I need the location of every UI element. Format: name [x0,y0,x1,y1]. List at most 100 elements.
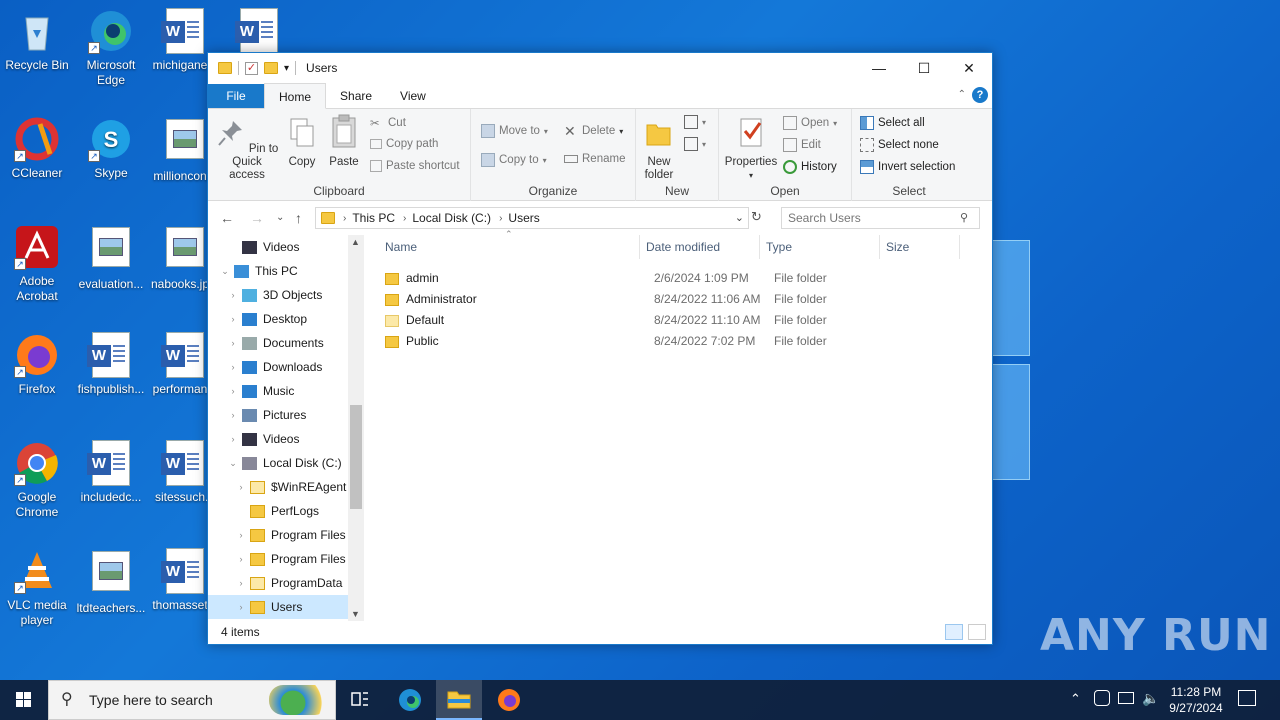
firefox-taskbar-button[interactable] [486,680,532,720]
nav-item[interactable]: › Program Files [208,523,348,547]
maximize-button[interactable]: ☐ [901,53,947,83]
cut-button[interactable]: ✂ Cut [370,116,406,130]
nav-item[interactable]: › Documents [208,331,348,355]
collapse-ribbon-icon[interactable]: ⌃ [958,89,966,100]
file-row[interactable]: Administrator 8/24/2022 11:06 AM File fold… [379,289,979,310]
crumb-this-pc[interactable]: This PC [352,211,395,225]
copy-to-button[interactable]: Copy to ▾ [481,153,547,167]
meet-now-icon[interactable] [1094,690,1110,706]
address-dropdown-icon[interactable]: ⌄ [735,211,744,224]
new-folder-button[interactable]: New folder [642,117,676,182]
open-button[interactable]: Open ▾ [783,116,837,130]
taskbar-search-input[interactable]: ⚲ Type here to search [48,680,336,720]
rename-button[interactable]: Rename [564,153,625,165]
network-icon[interactable] [1118,692,1134,704]
expand-chevron-icon[interactable]: ⌄ [220,266,230,277]
expand-chevron-icon[interactable]: ⌄ [228,458,238,469]
expand-chevron-icon[interactable]: › [236,482,246,492]
desktop-icon[interactable]: ↗ CCleaner [0,116,74,181]
nav-item[interactable]: › ProgramData [208,571,348,595]
recent-locations-icon[interactable]: ⌄ [276,212,284,223]
details-view-button[interactable] [945,624,963,640]
desktop-icon[interactable]: Wfishpublish... [74,332,148,397]
forward-arrow-icon[interactable]: → [250,210,264,226]
volume-icon[interactable]: 🔈 [1142,690,1159,707]
column-size[interactable]: Size [886,235,909,259]
nav-item[interactable]: › Pictures [208,403,348,427]
expand-chevron-icon[interactable]: › [236,578,246,588]
column-name[interactable]: Name [385,235,417,259]
pin-quick-access-button[interactable]: Pin to Quick access [214,117,280,182]
expand-chevron-icon[interactable]: › [228,338,238,348]
tab-view[interactable]: View [386,84,440,108]
expand-chevron-icon[interactable]: › [228,410,238,420]
title-bar[interactable]: ✓ ▾ Users — ☐ ✕ [208,53,992,83]
new-item-button[interactable]: ▾ [684,115,706,129]
nav-item[interactable]: ⌄ This PC [208,259,348,283]
nav-item[interactable]: ⌄ Local Disk (C:) [208,451,348,475]
nav-item[interactable]: › Music [208,379,348,403]
nav-item[interactable]: › Downloads [208,355,348,379]
expand-chevron-icon[interactable]: › [228,290,238,300]
copy-button[interactable]: Copy [286,117,318,169]
new-folder-icon[interactable] [264,62,278,74]
nav-item[interactable]: Videos [208,235,348,259]
help-icon[interactable]: ? [972,87,988,103]
refresh-icon[interactable]: ↻ [751,209,762,225]
nav-scrollbar[interactable]: ▲ ▼ [348,235,364,621]
edit-button[interactable]: Edit [783,138,821,152]
scroll-up-icon[interactable]: ▲ [351,237,360,247]
desktop-icon[interactable]: W [222,8,296,58]
edge-taskbar-button[interactable] [387,680,433,720]
scrollbar-thumb[interactable] [350,405,362,509]
expand-chevron-icon[interactable]: › [228,362,238,372]
expand-chevron-icon[interactable]: › [236,554,246,564]
back-arrow-icon[interactable]: ← [220,210,234,226]
expand-chevron-icon[interactable]: › [236,530,246,540]
desktop-icon[interactable]: ↗ Adobe Acrobat [0,224,74,304]
nav-item[interactable]: › 3D Objects [208,283,348,307]
paste-button[interactable]: Paste [328,113,360,169]
desktop-icon[interactable]: Recycle Bin [0,8,74,73]
desktop-icon[interactable]: Wincludedc... [74,440,148,505]
tab-home[interactable]: Home [264,83,327,109]
history-button[interactable]: History [783,160,837,174]
search-input[interactable]: Search Users [781,207,980,229]
paste-shortcut-button[interactable]: Paste shortcut [370,160,460,172]
desktop-icon[interactable]: ↗ Google Chrome [0,440,74,520]
navigation-pane[interactable]: Videos ⌄ This PC › 3D Objects › Desktop › Docume… [208,235,364,621]
desktop-icon[interactable]: S ↗ Skype [74,116,148,181]
expand-chevron-icon[interactable]: › [228,434,238,444]
up-arrow-icon[interactable]: ↑ [295,210,302,226]
file-row[interactable]: Default 8/24/2022 11:10 AM File folder [379,310,979,331]
column-type[interactable]: Type [766,235,792,259]
expand-chevron-icon[interactable]: › [228,386,238,396]
invert-selection-button[interactable]: Invert selection [860,160,955,174]
start-button[interactable] [0,680,48,720]
column-date-modified[interactable]: Date modified [646,235,720,259]
nav-item[interactable]: › Desktop [208,307,348,331]
file-row[interactable]: admin 2/6/2024 1:09 PM File folder [379,268,979,289]
move-to-button[interactable]: Move to ▾ [481,124,548,138]
tab-share[interactable]: Share [326,84,386,108]
nav-item[interactable]: › Videos [208,427,348,451]
file-row[interactable]: Public 8/24/2022 7:02 PM File folder [379,331,979,352]
address-bar[interactable]: › This PC › Local Disk (C:) › Users ⌄ [315,207,749,229]
crumb-users[interactable]: Users [508,211,539,225]
show-hidden-icons-icon[interactable]: ⌃ [1070,691,1081,707]
desktop-icon[interactable]: ↗ Firefox [0,332,74,397]
expand-chevron-icon[interactable]: › [236,602,246,612]
task-view-button[interactable] [337,680,383,720]
nav-item[interactable]: PerfLogs [208,499,348,523]
desktop-icon[interactable]: ltdteachers... [74,548,148,616]
notifications-icon[interactable] [1238,690,1256,706]
minimize-button[interactable]: — [856,53,902,83]
crumb-local-disk[interactable]: Local Disk (C:) [412,211,491,225]
nav-item[interactable]: › Users [208,595,348,619]
clock[interactable]: 11:28 PM 9/27/2024 [1163,684,1229,716]
properties-button[interactable]: Properties ▾ [721,117,781,182]
scroll-down-icon[interactable]: ▼ [351,609,360,619]
desktop-icon[interactable]: ↗ Microsoft Edge [74,8,148,88]
desktop-icon[interactable]: ↗ VLC media player [0,548,74,628]
properties-icon[interactable]: ✓ [245,61,258,75]
